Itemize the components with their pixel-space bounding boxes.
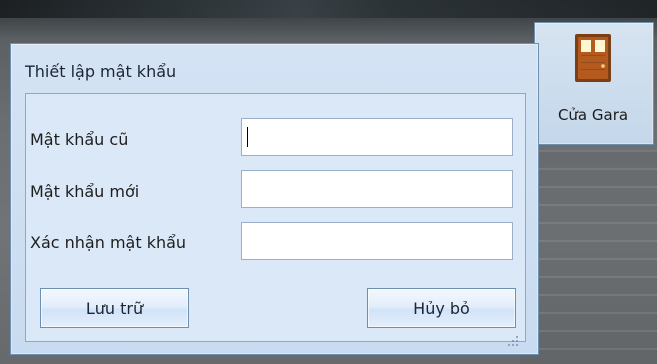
text-caret: [247, 127, 248, 147]
cancel-button[interactable]: Hủy bỏ: [367, 288, 516, 328]
dialog-title: Thiết lập mật khẩu: [25, 62, 177, 81]
resize-grip-icon[interactable]: [504, 334, 522, 352]
old-password-input[interactable]: [241, 118, 513, 156]
save-button[interactable]: Lưu trữ: [40, 288, 189, 328]
old-password-label: Mật khẩu cũ: [30, 130, 129, 149]
confirm-password-input[interactable]: [241, 222, 513, 260]
background-rows: [520, 150, 657, 364]
door-icon: [575, 34, 611, 82]
new-password-input[interactable]: [241, 170, 513, 208]
confirm-password-label: Xác nhận mật khẩu: [30, 233, 187, 252]
new-password-label: Mật khẩu mới: [30, 182, 140, 201]
door-tile-label: Cửa Gara: [557, 106, 629, 124]
background-top-strip: [0, 0, 657, 18]
